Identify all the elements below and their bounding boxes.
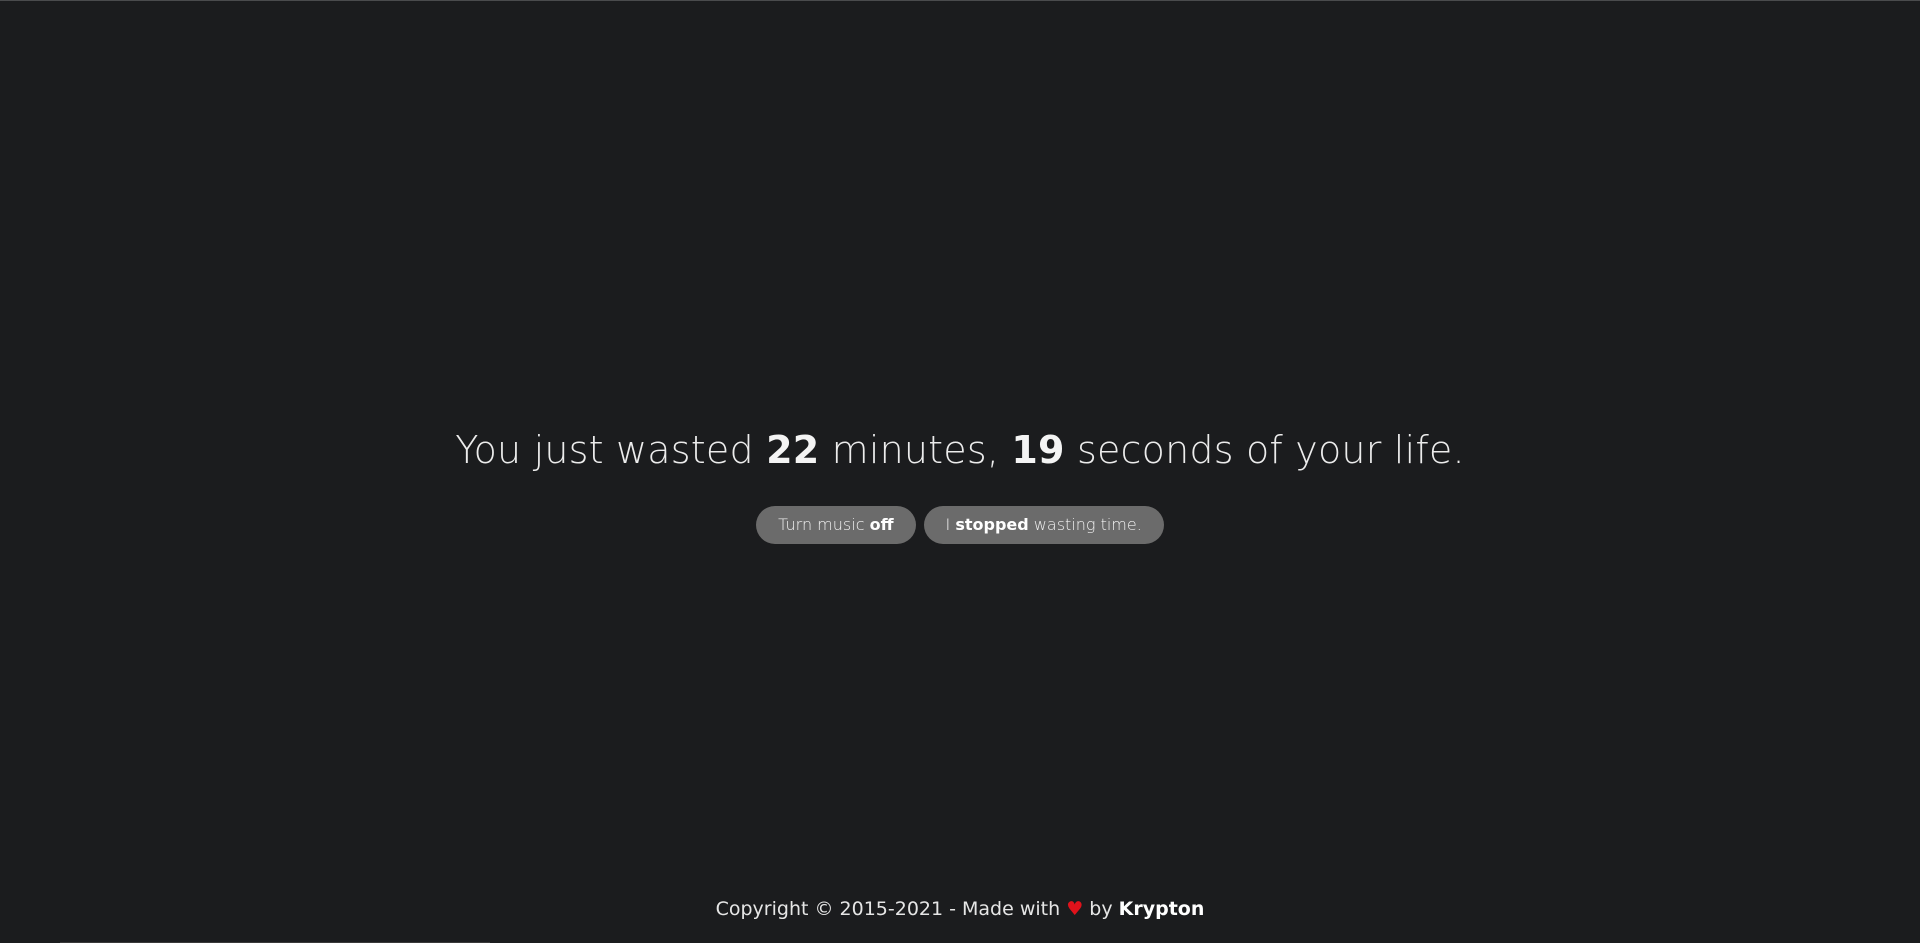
headline-prefix: You just wasted	[455, 428, 767, 472]
seconds-value: 19	[1011, 428, 1065, 472]
minutes-value: 22	[766, 428, 820, 472]
stopped-wasting-time-button[interactable]: I stopped wasting time.	[923, 506, 1164, 544]
stop-button-suffix: wasting time.	[1028, 515, 1142, 534]
stop-button-bold: stopped	[955, 515, 1029, 534]
brand-link[interactable]: Krypton	[1119, 898, 1205, 920]
stop-button-prefix: I	[945, 515, 956, 534]
turn-music-off-button[interactable]: Turn music off	[756, 506, 916, 544]
main-content: You just wasted 22 minutes, 19 seconds o…	[0, 0, 1920, 943]
wasted-time-headline: You just wasted 22 minutes, 19 seconds o…	[0, 428, 1920, 472]
footer-middle: by	[1083, 898, 1119, 920]
music-button-bold: off	[869, 515, 894, 534]
button-row: Turn music off I stopped wasting time.	[0, 506, 1920, 544]
minutes-label: minutes,	[819, 428, 1012, 472]
music-button-text: Turn music	[778, 515, 870, 534]
footer-prefix: Copyright © 2015-2021 - Made with	[715, 898, 1067, 920]
footer: Copyright © 2015-2021 - Made with ♥ by K…	[0, 898, 1920, 920]
heart-icon: ♥	[1066, 898, 1084, 920]
headline-suffix: seconds of your life.	[1064, 428, 1465, 472]
